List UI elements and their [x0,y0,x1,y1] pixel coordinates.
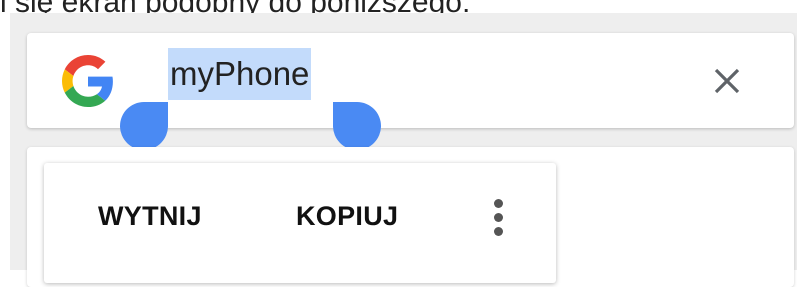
text-selection-menu: WYTNIJ KOPIUJ [44,163,556,283]
selection-start-handle[interactable] [120,102,168,150]
more-dot [494,213,503,222]
selected-query-text[interactable]: myPhone [168,48,312,100]
copy-button[interactable]: KOPIUJ [296,201,398,232]
more-vert-icon[interactable] [487,197,511,239]
more-dot [494,227,503,236]
selection-end-handle[interactable] [333,102,381,150]
cut-button[interactable]: WYTNIJ [98,201,202,232]
search-input[interactable]: myPhone [168,48,312,102]
more-dot [494,199,503,208]
close-icon[interactable] [707,61,747,101]
google-g-icon [62,55,113,107]
